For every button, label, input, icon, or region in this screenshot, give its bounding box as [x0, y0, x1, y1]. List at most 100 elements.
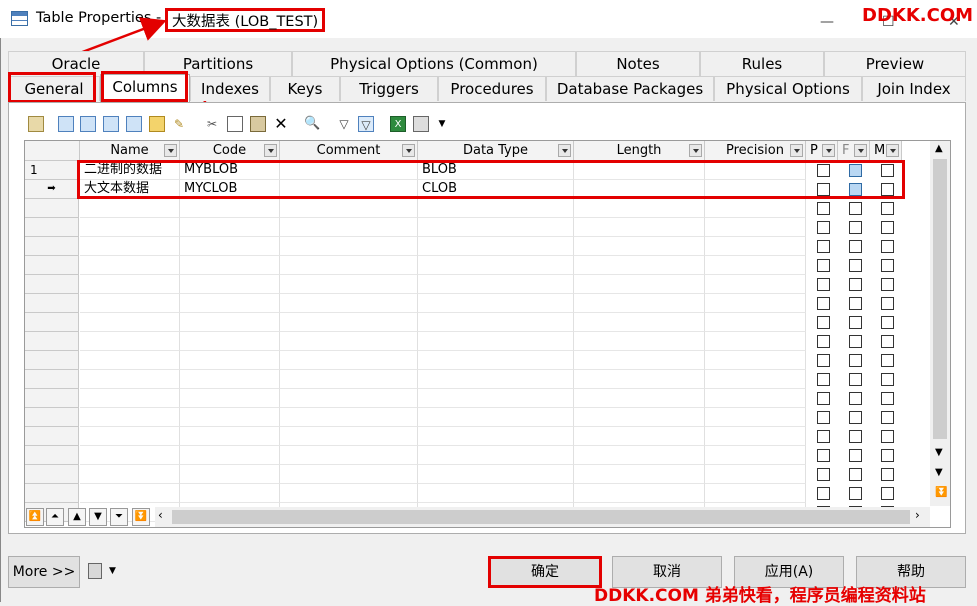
row-header[interactable]: 1 — [25, 161, 79, 180]
table-cell[interactable] — [418, 484, 574, 503]
table-cell[interactable] — [80, 313, 180, 332]
checkbox-primary[interactable] — [817, 373, 830, 386]
ok-button[interactable]: 确定 — [488, 556, 602, 588]
table-cell[interactable] — [418, 370, 574, 389]
table-cell[interactable] — [280, 275, 418, 294]
move-up-icon[interactable]: ▲ — [68, 508, 86, 526]
table-cell[interactable] — [180, 446, 280, 465]
new-icon[interactable] — [149, 116, 165, 132]
checkbox-foreign[interactable] — [849, 354, 862, 367]
row-header[interactable] — [25, 465, 79, 484]
table-cell[interactable] — [180, 237, 280, 256]
table-cell[interactable] — [418, 256, 574, 275]
col-header-code[interactable]: Code — [180, 141, 280, 161]
checkbox-foreign[interactable] — [849, 316, 862, 329]
tab-rules[interactable]: Rules — [700, 51, 824, 76]
checkbox-foreign[interactable] — [849, 278, 862, 291]
checkbox-foreign[interactable] — [849, 259, 862, 272]
tab-procedures[interactable]: Procedures — [438, 76, 546, 101]
table-cell[interactable] — [80, 294, 180, 313]
checkbox-foreign[interactable] — [849, 392, 862, 405]
table-cell[interactable] — [280, 389, 418, 408]
replicate-icon[interactable] — [126, 116, 142, 132]
table-cell[interactable] — [280, 199, 418, 218]
scroll-right-icon[interactable]: › — [915, 508, 920, 522]
col-header-length[interactable]: Length — [574, 141, 705, 161]
paste-icon[interactable] — [250, 116, 266, 132]
table-cell[interactable] — [705, 389, 806, 408]
add-row-icon[interactable] — [80, 116, 96, 132]
row-header[interactable] — [25, 256, 79, 275]
table-cell[interactable] — [574, 408, 705, 427]
checkbox-foreign[interactable] — [849, 411, 862, 424]
row-header[interactable] — [25, 370, 79, 389]
table-cell[interactable] — [705, 332, 806, 351]
row-header[interactable] — [25, 199, 79, 218]
table-cell[interactable] — [80, 484, 180, 503]
scroll-left-icon[interactable]: ‹ — [158, 508, 163, 522]
checkbox-mandatory[interactable] — [881, 449, 894, 462]
cut-icon[interactable]: ✂ — [204, 116, 220, 132]
cell-code[interactable]: MYBLOB — [180, 161, 280, 180]
tab-database-packages[interactable]: Database Packages — [546, 76, 714, 101]
checkbox-mandatory[interactable] — [881, 316, 894, 329]
checkbox-primary[interactable] — [817, 297, 830, 310]
table-cell[interactable] — [80, 446, 180, 465]
tab-general[interactable]: General — [8, 76, 100, 101]
col-header-precision[interactable]: Precision — [705, 141, 806, 161]
table-cell[interactable] — [280, 427, 418, 446]
table-cell[interactable] — [180, 408, 280, 427]
tab-physical-options-common[interactable]: Physical Options (Common) — [292, 51, 576, 76]
col-header-comment[interactable]: Comment — [280, 141, 418, 161]
table-cell[interactable] — [574, 237, 705, 256]
checkbox-primary[interactable] — [817, 468, 830, 481]
checkbox-foreign[interactable] — [849, 202, 862, 215]
row-header[interactable] — [25, 218, 79, 237]
cell-length[interactable] — [574, 180, 705, 199]
scroll-next-icon[interactable]: ▼ — [935, 467, 943, 478]
table-cell[interactable] — [80, 351, 180, 370]
table-cell[interactable] — [705, 275, 806, 294]
table-cell[interactable] — [418, 294, 574, 313]
checkbox-primary[interactable] — [817, 259, 830, 272]
table-cell[interactable] — [80, 370, 180, 389]
chevron-down-icon[interactable] — [790, 144, 803, 157]
chevron-down-icon[interactable] — [854, 144, 867, 157]
checkbox-foreign[interactable] — [849, 164, 862, 177]
table-cell[interactable] — [280, 313, 418, 332]
wizard-icon[interactable]: ✎ — [171, 116, 187, 132]
checkbox-primary[interactable] — [817, 278, 830, 291]
col-header-foreign[interactable]: F — [838, 141, 870, 161]
table-cell[interactable] — [280, 332, 418, 351]
checkbox-mandatory[interactable] — [881, 373, 894, 386]
tab-oracle[interactable]: Oracle — [8, 51, 144, 76]
table-cell[interactable] — [705, 313, 806, 332]
excel-icon[interactable]: X — [390, 116, 406, 132]
tab-preview[interactable]: Preview — [824, 51, 966, 76]
checkbox-mandatory[interactable] — [881, 411, 894, 424]
move-page-down-icon[interactable]: ⏷ — [110, 508, 128, 526]
horizontal-scroll-thumb[interactable] — [172, 510, 910, 524]
table-cell[interactable] — [418, 408, 574, 427]
table-cell[interactable] — [574, 427, 705, 446]
checkbox-foreign[interactable] — [849, 297, 862, 310]
table-cell[interactable] — [80, 427, 180, 446]
checkbox-mandatory[interactable] — [881, 221, 894, 234]
table-cell[interactable] — [574, 370, 705, 389]
table-cell[interactable] — [80, 275, 180, 294]
table-cell[interactable] — [418, 237, 574, 256]
table-cell[interactable] — [280, 256, 418, 275]
chevron-down-icon[interactable] — [886, 144, 899, 157]
row-header[interactable] — [25, 446, 79, 465]
table-cell[interactable] — [280, 408, 418, 427]
table-cell[interactable] — [180, 427, 280, 446]
checkbox-foreign[interactable] — [849, 449, 862, 462]
find-icon[interactable]: 🔍 — [304, 116, 320, 132]
copy-icon[interactable] — [227, 116, 243, 132]
table-cell[interactable] — [418, 446, 574, 465]
checkbox-mandatory[interactable] — [881, 430, 894, 443]
table-cell[interactable] — [705, 465, 806, 484]
vertical-scroll-thumb[interactable] — [933, 159, 947, 439]
tab-physical-options[interactable]: Physical Options — [714, 76, 862, 101]
insert-row-icon[interactable] — [58, 116, 74, 132]
